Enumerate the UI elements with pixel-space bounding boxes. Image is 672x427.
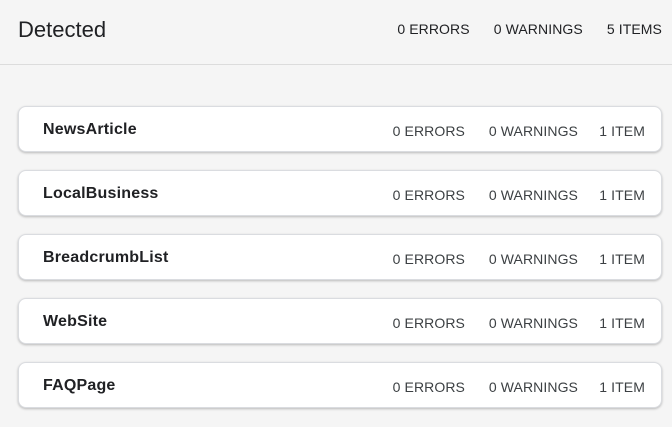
result-card-breadcrumblist[interactable]: BreadcrumbList 0 ERRORS 0 WARNINGS 1 ITE… [18, 234, 662, 280]
result-type-name: BreadcrumbList [43, 249, 169, 266]
result-card-newsarticle[interactable]: NewsArticle 0 ERRORS 0 WARNINGS 1 ITEM [18, 106, 662, 152]
result-type-name: WebSite [43, 313, 108, 330]
result-items: 1 ITEM [599, 251, 645, 267]
result-warnings: 0 WARNINGS [488, 379, 578, 395]
result-warnings: 0 WARNINGS [488, 315, 578, 331]
result-items: 1 ITEM [599, 315, 645, 331]
result-items: 1 ITEM [599, 123, 645, 139]
result-errors: 0 ERRORS [392, 315, 465, 331]
result-warnings: 0 WARNINGS [488, 251, 578, 267]
result-type-name: FAQPage [43, 377, 116, 394]
detected-header: Detected 0 ERRORS 0 WARNINGS 5 ITEMS [0, 0, 672, 65]
result-card-faqpage[interactable]: FAQPage 0 ERRORS 0 WARNINGS 1 ITEM [18, 362, 662, 408]
result-type-name: LocalBusiness [43, 185, 159, 202]
result-type-name: NewsArticle [43, 121, 137, 138]
result-errors: 0 ERRORS [392, 187, 465, 203]
result-list: NewsArticle 0 ERRORS 0 WARNINGS 1 ITEM L… [18, 106, 662, 426]
summary-warnings: 0 WARNINGS [493, 21, 583, 37]
summary-stats: 0 ERRORS 0 WARNINGS 5 ITEMS [397, 20, 662, 38]
result-items: 1 ITEM [599, 379, 645, 395]
result-card-localbusiness[interactable]: LocalBusiness 0 ERRORS 0 WARNINGS 1 ITEM [18, 170, 662, 216]
result-warnings: 0 WARNINGS [488, 187, 578, 203]
result-errors: 0 ERRORS [392, 251, 465, 267]
result-card-website[interactable]: WebSite 0 ERRORS 0 WARNINGS 1 ITEM [18, 298, 662, 344]
result-errors: 0 ERRORS [392, 123, 465, 139]
result-items: 1 ITEM [599, 187, 645, 203]
summary-items: 5 ITEMS [606, 21, 662, 37]
page-title: Detected [18, 17, 107, 42]
result-errors: 0 ERRORS [392, 379, 465, 395]
summary-errors: 0 ERRORS [397, 21, 470, 37]
result-warnings: 0 WARNINGS [488, 123, 578, 139]
